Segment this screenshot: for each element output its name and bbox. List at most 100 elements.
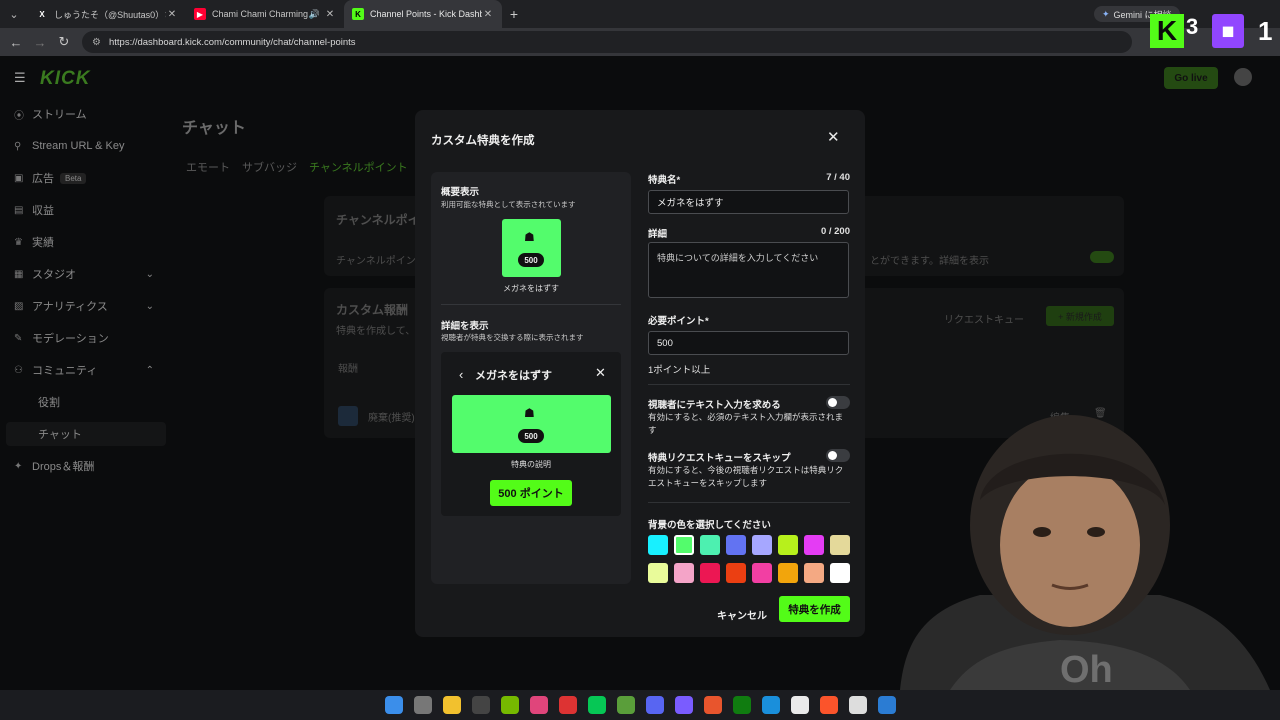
reward-row-name: 廃棄(推奨) (368, 413, 415, 424)
channel-points-card-title: チャンネルポイ (336, 213, 420, 227)
sidebar-item-studio[interactable]: ▦ スタジオ ⌄ (14, 262, 160, 286)
vim-icon[interactable] (616, 696, 635, 714)
sidebar-item-community[interactable]: ⚇ コミュニティ ⌃ (14, 358, 160, 382)
sidebar-item-label: チャット (38, 429, 82, 441)
sidebar-item-stream[interactable]: ⦿ ストリーム (14, 102, 160, 126)
tab-label: Chami Chami Charming - Y (212, 9, 309, 19)
sidebar-item-label: コミュニティ (32, 365, 98, 377)
color-swatch[interactable] (804, 563, 824, 583)
forward-icon[interactable]: → (28, 35, 52, 50)
detail-counter: 0 / 200 (820, 226, 850, 237)
color-swatch[interactable] (674, 535, 694, 555)
sidebar-item-stream-key[interactable]: ⚲ Stream URL & Key (14, 134, 160, 158)
color-swatch[interactable] (674, 563, 694, 583)
new-reward-button[interactable]: + 新規作成 (1046, 306, 1114, 326)
sidebar-item-moderation[interactable]: ✎ モデレーション (14, 326, 160, 350)
sidebar-item-achievements[interactable]: ♛ 実績 (14, 230, 160, 254)
chat-subtabs: エモート サブバッジ チャンネルポイント (186, 159, 408, 175)
points-pill: 500 (518, 429, 544, 443)
remote-desktop-icon[interactable] (877, 696, 896, 714)
color-swatch[interactable] (700, 563, 720, 583)
edge-icon[interactable] (761, 696, 780, 714)
hamburger-menu-icon[interactable]: ☰ (14, 70, 28, 86)
tab-search-menu-icon[interactable]: ⌄ (0, 0, 28, 28)
tab-close-icon[interactable]: ✕ (166, 9, 178, 20)
nvidia-icon[interactable] (500, 696, 519, 714)
color-swatch[interactable] (778, 563, 798, 583)
color-swatch[interactable] (648, 535, 668, 555)
create-reward-modal: カスタム特典を作成 ✕ 概要表示 利用可能な特典として表示されています ☗ 50… (415, 110, 865, 637)
tab-close-icon[interactable]: ✕ (482, 9, 494, 20)
moderation-icon: ✎ (14, 332, 23, 344)
divider (648, 384, 850, 385)
beta-badge: Beta (60, 172, 87, 184)
sidebar-item-roles[interactable]: 役割 (38, 390, 166, 414)
channel-points-toggle[interactable] (1090, 251, 1114, 263)
required-points-input[interactable] (648, 331, 849, 355)
github-icon[interactable] (848, 696, 867, 714)
key-icon: ⚲ (14, 140, 22, 152)
lips-app-icon[interactable] (529, 696, 548, 714)
color-swatch[interactable] (752, 535, 772, 555)
site-info-icon[interactable]: ⚙ (92, 37, 101, 48)
chrome-icon[interactable] (790, 696, 809, 714)
avatar[interactable] (1234, 68, 1252, 86)
speaker-icon[interactable]: 🔊 (309, 9, 320, 20)
detail-textarea[interactable] (648, 242, 849, 298)
channel-points-card-desc: チャンネルポイント (336, 256, 426, 267)
discord-icon[interactable] (645, 696, 664, 714)
file-explorer-icon[interactable] (442, 696, 461, 714)
office-icon[interactable] (703, 696, 722, 714)
sidebar-item-chat[interactable]: チャット (6, 422, 166, 446)
line-icon[interactable] (587, 696, 606, 714)
back-icon[interactable]: ← (4, 35, 28, 50)
tab-youtube[interactable]: ▶ Chami Chami Charming - Y 🔊 ✕ (186, 0, 344, 28)
community-icon: ⚇ (14, 364, 23, 376)
tab-close-icon[interactable]: ✕ (324, 9, 336, 20)
cancel-button[interactable]: キャンセル (716, 602, 768, 626)
trophy-icon: ♛ (14, 236, 23, 248)
tab-channel-points[interactable]: チャンネルポイント (309, 159, 408, 175)
go-live-button[interactable]: Go live (1164, 67, 1218, 89)
xbox-icon[interactable] (732, 696, 751, 714)
color-swatch[interactable] (726, 563, 746, 583)
sidebar-item-analytics[interactable]: ▨ アナリティクス ⌄ (14, 294, 160, 318)
close-icon[interactable]: ✕ (827, 128, 840, 146)
windows-start-icon[interactable] (384, 696, 403, 714)
vpn-icon[interactable] (674, 696, 693, 714)
request-queue-link[interactable]: リクエストキュー (944, 311, 1024, 326)
twitch-overlay-icon: ◼ (1212, 14, 1244, 48)
task-view-icon[interactable] (413, 696, 432, 714)
color-swatch[interactable] (648, 563, 668, 583)
sidebar-item-ads[interactable]: ▣ 広告 Beta (14, 166, 160, 190)
studio-icon: ▦ (14, 268, 24, 280)
analytics-icon: ▨ (14, 300, 24, 312)
tab-sub-badges[interactable]: サブバッジ (242, 159, 297, 175)
color-swatch[interactable] (726, 535, 746, 555)
chevron-up-icon: ⌃ (145, 364, 154, 376)
url-field[interactable]: ⚙ https://dashboard.kick.com/community/c… (82, 31, 1132, 53)
kick-logo[interactable]: KICK (40, 68, 90, 90)
obs-icon[interactable] (471, 696, 490, 714)
new-tab-button[interactable]: + (502, 6, 526, 22)
reload-icon[interactable]: ↻ (52, 34, 76, 50)
sidebar-item-drops[interactable]: ✦ Drops＆報酬 (14, 454, 160, 478)
color-swatch[interactable] (700, 535, 720, 555)
tab-x[interactable]: X しゅうたそ（@Shuutas0）さん / X ✕ (28, 0, 186, 28)
color-swatch[interactable] (804, 535, 824, 555)
record-icon[interactable] (558, 696, 577, 714)
detail-heading: 詳細を表示 (441, 321, 489, 332)
sidebar-item-revenue[interactable]: ▤ 収益 (14, 198, 160, 222)
color-swatch[interactable] (778, 535, 798, 555)
x-logo-icon: X (39, 9, 45, 19)
sidebar-item-label: スタジオ (32, 269, 76, 281)
tab-label: しゅうたそ（@Shuutas0）さん / X (54, 9, 166, 20)
kick-overlay-icon: K (1150, 14, 1184, 48)
color-swatch[interactable] (752, 563, 772, 583)
brave-icon[interactable] (819, 696, 838, 714)
sidebar-item-label: ストリーム (32, 109, 87, 121)
tab-kick[interactable]: K Channel Points - Kick Dashboard ✕ (344, 0, 502, 28)
reward-name-input[interactable] (648, 190, 849, 214)
text-input-toggle[interactable] (826, 396, 850, 409)
tab-emotes[interactable]: エモート (186, 159, 230, 175)
